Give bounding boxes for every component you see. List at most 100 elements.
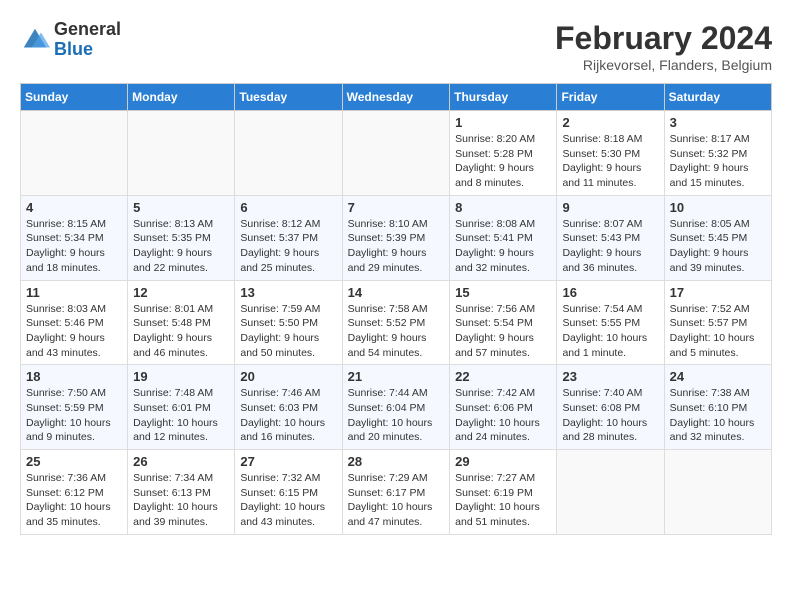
calendar-day-cell: 13 Sunrise: 7:59 AM Sunset: 5:50 PM Dayli… — [235, 280, 342, 365]
calendar-day-cell: 18 Sunrise: 7:50 AM Sunset: 5:59 PM Dayli… — [21, 365, 128, 450]
weekday-header: Tuesday — [235, 84, 342, 111]
day-info: Sunrise: 8:03 AM Sunset: 5:46 PM Dayligh… — [26, 302, 122, 361]
day-number: 4 — [26, 200, 122, 215]
day-number: 1 — [455, 115, 551, 130]
weekday-header: Monday — [128, 84, 235, 111]
calendar-table: SundayMondayTuesdayWednesdayThursdayFrid… — [20, 83, 772, 535]
day-info: Sunrise: 7:40 AM Sunset: 6:08 PM Dayligh… — [562, 386, 658, 445]
weekday-header-row: SundayMondayTuesdayWednesdayThursdayFrid… — [21, 84, 772, 111]
calendar-day-cell: 6 Sunrise: 8:12 AM Sunset: 5:37 PM Daylig… — [235, 195, 342, 280]
calendar-day-cell: 5 Sunrise: 8:13 AM Sunset: 5:35 PM Daylig… — [128, 195, 235, 280]
logo-text: General Blue — [54, 20, 121, 60]
day-info: Sunrise: 7:32 AM Sunset: 6:15 PM Dayligh… — [240, 471, 336, 530]
weekday-header: Sunday — [21, 84, 128, 111]
day-number: 18 — [26, 369, 122, 384]
day-info: Sunrise: 8:15 AM Sunset: 5:34 PM Dayligh… — [26, 217, 122, 276]
calendar-week-row: 11 Sunrise: 8:03 AM Sunset: 5:46 PM Dayli… — [21, 280, 772, 365]
calendar-week-row: 25Sunrise: 7:36 AM Sunset: 6:12 PM Dayli… — [21, 450, 772, 535]
calendar-day-cell — [128, 111, 235, 196]
calendar-day-cell: 28 Sunrise: 7:29 AM Sunset: 6:17 PM Dayli… — [342, 450, 450, 535]
calendar-day-cell: 4 Sunrise: 8:15 AM Sunset: 5:34 PM Daylig… — [21, 195, 128, 280]
calendar-day-cell — [664, 450, 771, 535]
title-block: February 2024 Rijkevorsel, Flanders, Bel… — [555, 20, 772, 73]
calendar-day-cell: 11 Sunrise: 8:03 AM Sunset: 5:46 PM Dayli… — [21, 280, 128, 365]
day-number: 20 — [240, 369, 336, 384]
day-number: 15 — [455, 285, 551, 300]
calendar-day-cell: 8Sunrise: 8:08 AM Sunset: 5:41 PM Daylig… — [450, 195, 557, 280]
calendar-day-cell: 23 Sunrise: 7:40 AM Sunset: 6:08 PM Dayli… — [557, 365, 664, 450]
day-number: 22 — [455, 369, 551, 384]
day-number: 27 — [240, 454, 336, 469]
logo-icon — [20, 25, 50, 55]
calendar-day-cell: 25Sunrise: 7:36 AM Sunset: 6:12 PM Dayli… — [21, 450, 128, 535]
calendar-week-row: 18 Sunrise: 7:50 AM Sunset: 5:59 PM Dayli… — [21, 365, 772, 450]
day-info: Sunrise: 7:58 AM Sunset: 5:52 PM Dayligh… — [348, 302, 445, 361]
calendar-day-cell: 7Sunrise: 8:10 AM Sunset: 5:39 PM Daylig… — [342, 195, 450, 280]
day-info: Sunrise: 7:50 AM Sunset: 5:59 PM Dayligh… — [26, 386, 122, 445]
month-title: February 2024 — [555, 20, 772, 57]
day-info: Sunrise: 7:52 AM Sunset: 5:57 PM Dayligh… — [670, 302, 766, 361]
day-number: 6 — [240, 200, 336, 215]
day-number: 5 — [133, 200, 229, 215]
calendar-day-cell: 20 Sunrise: 7:46 AM Sunset: 6:03 PM Dayli… — [235, 365, 342, 450]
day-number: 21 — [348, 369, 445, 384]
calendar-day-cell — [557, 450, 664, 535]
calendar-day-cell: 24Sunrise: 7:38 AM Sunset: 6:10 PM Dayli… — [664, 365, 771, 450]
day-info: Sunrise: 7:59 AM Sunset: 5:50 PM Dayligh… — [240, 302, 336, 361]
day-info: Sunrise: 8:08 AM Sunset: 5:41 PM Dayligh… — [455, 217, 551, 276]
logo-general-text: General — [54, 20, 121, 40]
weekday-header: Friday — [557, 84, 664, 111]
calendar-day-cell — [235, 111, 342, 196]
day-number: 14 — [348, 285, 445, 300]
day-info: Sunrise: 8:18 AM Sunset: 5:30 PM Dayligh… — [562, 132, 658, 191]
calendar-day-cell: 15 Sunrise: 7:56 AM Sunset: 5:54 PM Dayli… — [450, 280, 557, 365]
calendar-day-cell: 26Sunrise: 7:34 AM Sunset: 6:13 PM Dayli… — [128, 450, 235, 535]
day-info: Sunrise: 7:42 AM Sunset: 6:06 PM Dayligh… — [455, 386, 551, 445]
calendar-day-cell: 3 Sunrise: 8:17 AM Sunset: 5:32 PM Daylig… — [664, 111, 771, 196]
day-number: 3 — [670, 115, 766, 130]
day-number: 17 — [670, 285, 766, 300]
page-header: General Blue February 2024 Rijkevorsel, … — [20, 20, 772, 73]
day-number: 23 — [562, 369, 658, 384]
day-number: 28 — [348, 454, 445, 469]
day-number: 12 — [133, 285, 229, 300]
calendar-day-cell — [342, 111, 450, 196]
day-info: Sunrise: 8:05 AM Sunset: 5:45 PM Dayligh… — [670, 217, 766, 276]
day-info: Sunrise: 7:27 AM Sunset: 6:19 PM Dayligh… — [455, 471, 551, 530]
calendar-week-row: 1Sunrise: 8:20 AM Sunset: 5:28 PM Daylig… — [21, 111, 772, 196]
day-info: Sunrise: 8:13 AM Sunset: 5:35 PM Dayligh… — [133, 217, 229, 276]
day-info: Sunrise: 8:07 AM Sunset: 5:43 PM Dayligh… — [562, 217, 658, 276]
day-info: Sunrise: 7:29 AM Sunset: 6:17 PM Dayligh… — [348, 471, 445, 530]
day-number: 10 — [670, 200, 766, 215]
day-info: Sunrise: 7:36 AM Sunset: 6:12 PM Dayligh… — [26, 471, 122, 530]
day-info: Sunrise: 7:34 AM Sunset: 6:13 PM Dayligh… — [133, 471, 229, 530]
calendar-day-cell: 1Sunrise: 8:20 AM Sunset: 5:28 PM Daylig… — [450, 111, 557, 196]
calendar-day-cell: 9 Sunrise: 8:07 AM Sunset: 5:43 PM Daylig… — [557, 195, 664, 280]
weekday-header: Saturday — [664, 84, 771, 111]
day-number: 2 — [562, 115, 658, 130]
calendar-day-cell: 16Sunrise: 7:54 AM Sunset: 5:55 PM Dayli… — [557, 280, 664, 365]
calendar-week-row: 4 Sunrise: 8:15 AM Sunset: 5:34 PM Daylig… — [21, 195, 772, 280]
day-number: 9 — [562, 200, 658, 215]
day-info: Sunrise: 7:54 AM Sunset: 5:55 PM Dayligh… — [562, 302, 658, 361]
day-info: Sunrise: 8:12 AM Sunset: 5:37 PM Dayligh… — [240, 217, 336, 276]
day-info: Sunrise: 7:44 AM Sunset: 6:04 PM Dayligh… — [348, 386, 445, 445]
logo-blue-text: Blue — [54, 40, 121, 60]
day-info: Sunrise: 7:56 AM Sunset: 5:54 PM Dayligh… — [455, 302, 551, 361]
day-info: Sunrise: 8:10 AM Sunset: 5:39 PM Dayligh… — [348, 217, 445, 276]
day-info: Sunrise: 7:46 AM Sunset: 6:03 PM Dayligh… — [240, 386, 336, 445]
day-info: Sunrise: 7:48 AM Sunset: 6:01 PM Dayligh… — [133, 386, 229, 445]
weekday-header: Thursday — [450, 84, 557, 111]
location: Rijkevorsel, Flanders, Belgium — [555, 57, 772, 73]
day-number: 11 — [26, 285, 122, 300]
day-info: Sunrise: 8:17 AM Sunset: 5:32 PM Dayligh… — [670, 132, 766, 191]
calendar-day-cell: 2 Sunrise: 8:18 AM Sunset: 5:30 PM Daylig… — [557, 111, 664, 196]
day-number: 24 — [670, 369, 766, 384]
calendar-day-cell: 10 Sunrise: 8:05 AM Sunset: 5:45 PM Dayli… — [664, 195, 771, 280]
day-number: 29 — [455, 454, 551, 469]
calendar-day-cell: 12Sunrise: 8:01 AM Sunset: 5:48 PM Dayli… — [128, 280, 235, 365]
calendar-day-cell: 27 Sunrise: 7:32 AM Sunset: 6:15 PM Dayli… — [235, 450, 342, 535]
weekday-header: Wednesday — [342, 84, 450, 111]
calendar-day-cell: 17 Sunrise: 7:52 AM Sunset: 5:57 PM Dayli… — [664, 280, 771, 365]
day-number: 13 — [240, 285, 336, 300]
